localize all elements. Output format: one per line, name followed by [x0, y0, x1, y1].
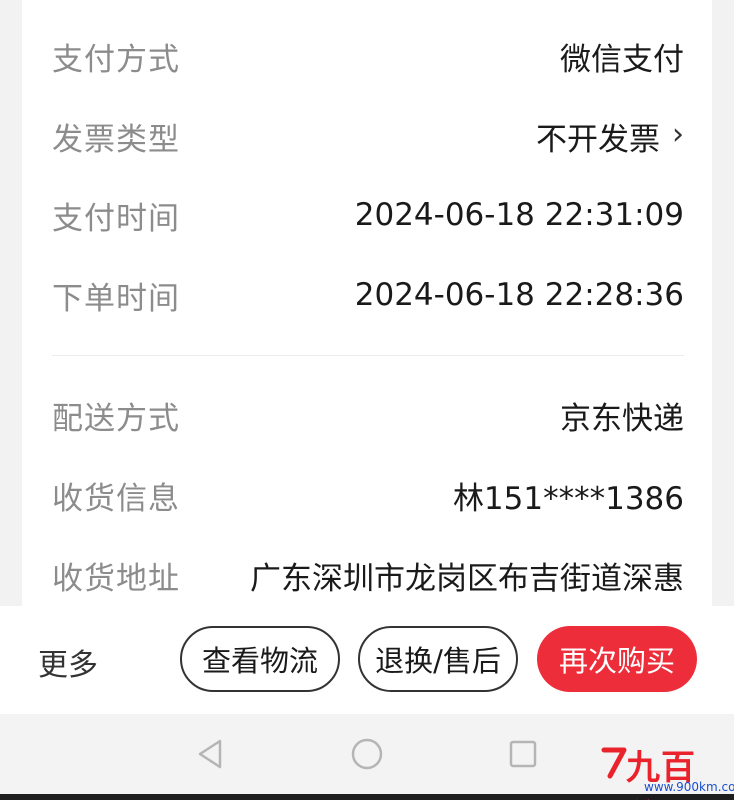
payment-time-label: 支付时间 — [52, 200, 180, 237]
circle-home-icon[interactable] — [347, 734, 387, 774]
order-time-value: 2024-06-18 22:28:36 — [354, 277, 684, 313]
shipping-address-value: 广东深圳市龙岗区布吉街道深惠 — [250, 560, 684, 597]
more-button[interactable]: 更多 — [38, 640, 98, 684]
recipient-info-row: 收货信息 林151****1386 — [52, 465, 684, 525]
invoice-type-value: 不开发票 — [536, 121, 660, 158]
payment-method-label: 支付方式 — [52, 41, 180, 78]
invoice-type-label: 发票类型 — [52, 121, 180, 158]
order-time-row: 下单时间 2024-06-18 22:28:36 — [52, 265, 684, 325]
square-recents-icon[interactable] — [503, 734, 543, 774]
view-logistics-button[interactable]: 查看物流 — [180, 626, 340, 692]
watermark-url: www.900km.com — [644, 780, 734, 794]
payment-method-row: 支付方式 微信支付 — [52, 26, 684, 86]
shipping-address-label: 收货地址 — [52, 560, 180, 597]
triangle-back-icon[interactable] — [190, 734, 230, 774]
recipient-info-value: 林151****1386 — [452, 480, 684, 517]
invoice-type-value-group[interactable]: 不开发票 › — [536, 114, 684, 159]
delivery-method-row: 配送方式 京东快递 — [52, 385, 684, 445]
invoice-type-row[interactable]: 发票类型 不开发票 › — [52, 106, 684, 166]
payment-method-value: 微信支付 — [560, 41, 684, 78]
watermark-swoosh-icon — [601, 747, 627, 779]
order-time-label: 下单时间 — [52, 280, 180, 317]
chevron-right-icon: › — [672, 116, 684, 152]
section-divider — [52, 355, 684, 356]
return-aftersale-button[interactable]: 退换/售后 — [358, 626, 518, 692]
payment-time-row: 支付时间 2024-06-18 22:31:09 — [52, 185, 684, 245]
order-info-card: 支付方式 微信支付 发票类型 不开发票 › 支付时间 2024-06-18 22… — [22, 0, 712, 606]
recipient-info-label: 收货信息 — [52, 480, 180, 517]
order-detail-screen: 支付方式 微信支付 发票类型 不开发票 › 支付时间 2024-06-18 22… — [0, 0, 734, 800]
payment-time-value: 2024-06-18 22:31:09 — [354, 197, 684, 233]
watermark-logo: 九百公里 www.900km.com — [600, 740, 734, 800]
buy-again-button[interactable]: 再次购买 — [537, 626, 697, 692]
delivery-method-label: 配送方式 — [52, 400, 180, 437]
delivery-method-value: 京东快递 — [560, 400, 684, 437]
bottom-action-bar: 更多 查看物流 退换/售后 再次购买 — [0, 606, 734, 714]
shipping-address-row: 收货地址 广东深圳市龙岗区布吉街道深惠 — [52, 545, 684, 605]
